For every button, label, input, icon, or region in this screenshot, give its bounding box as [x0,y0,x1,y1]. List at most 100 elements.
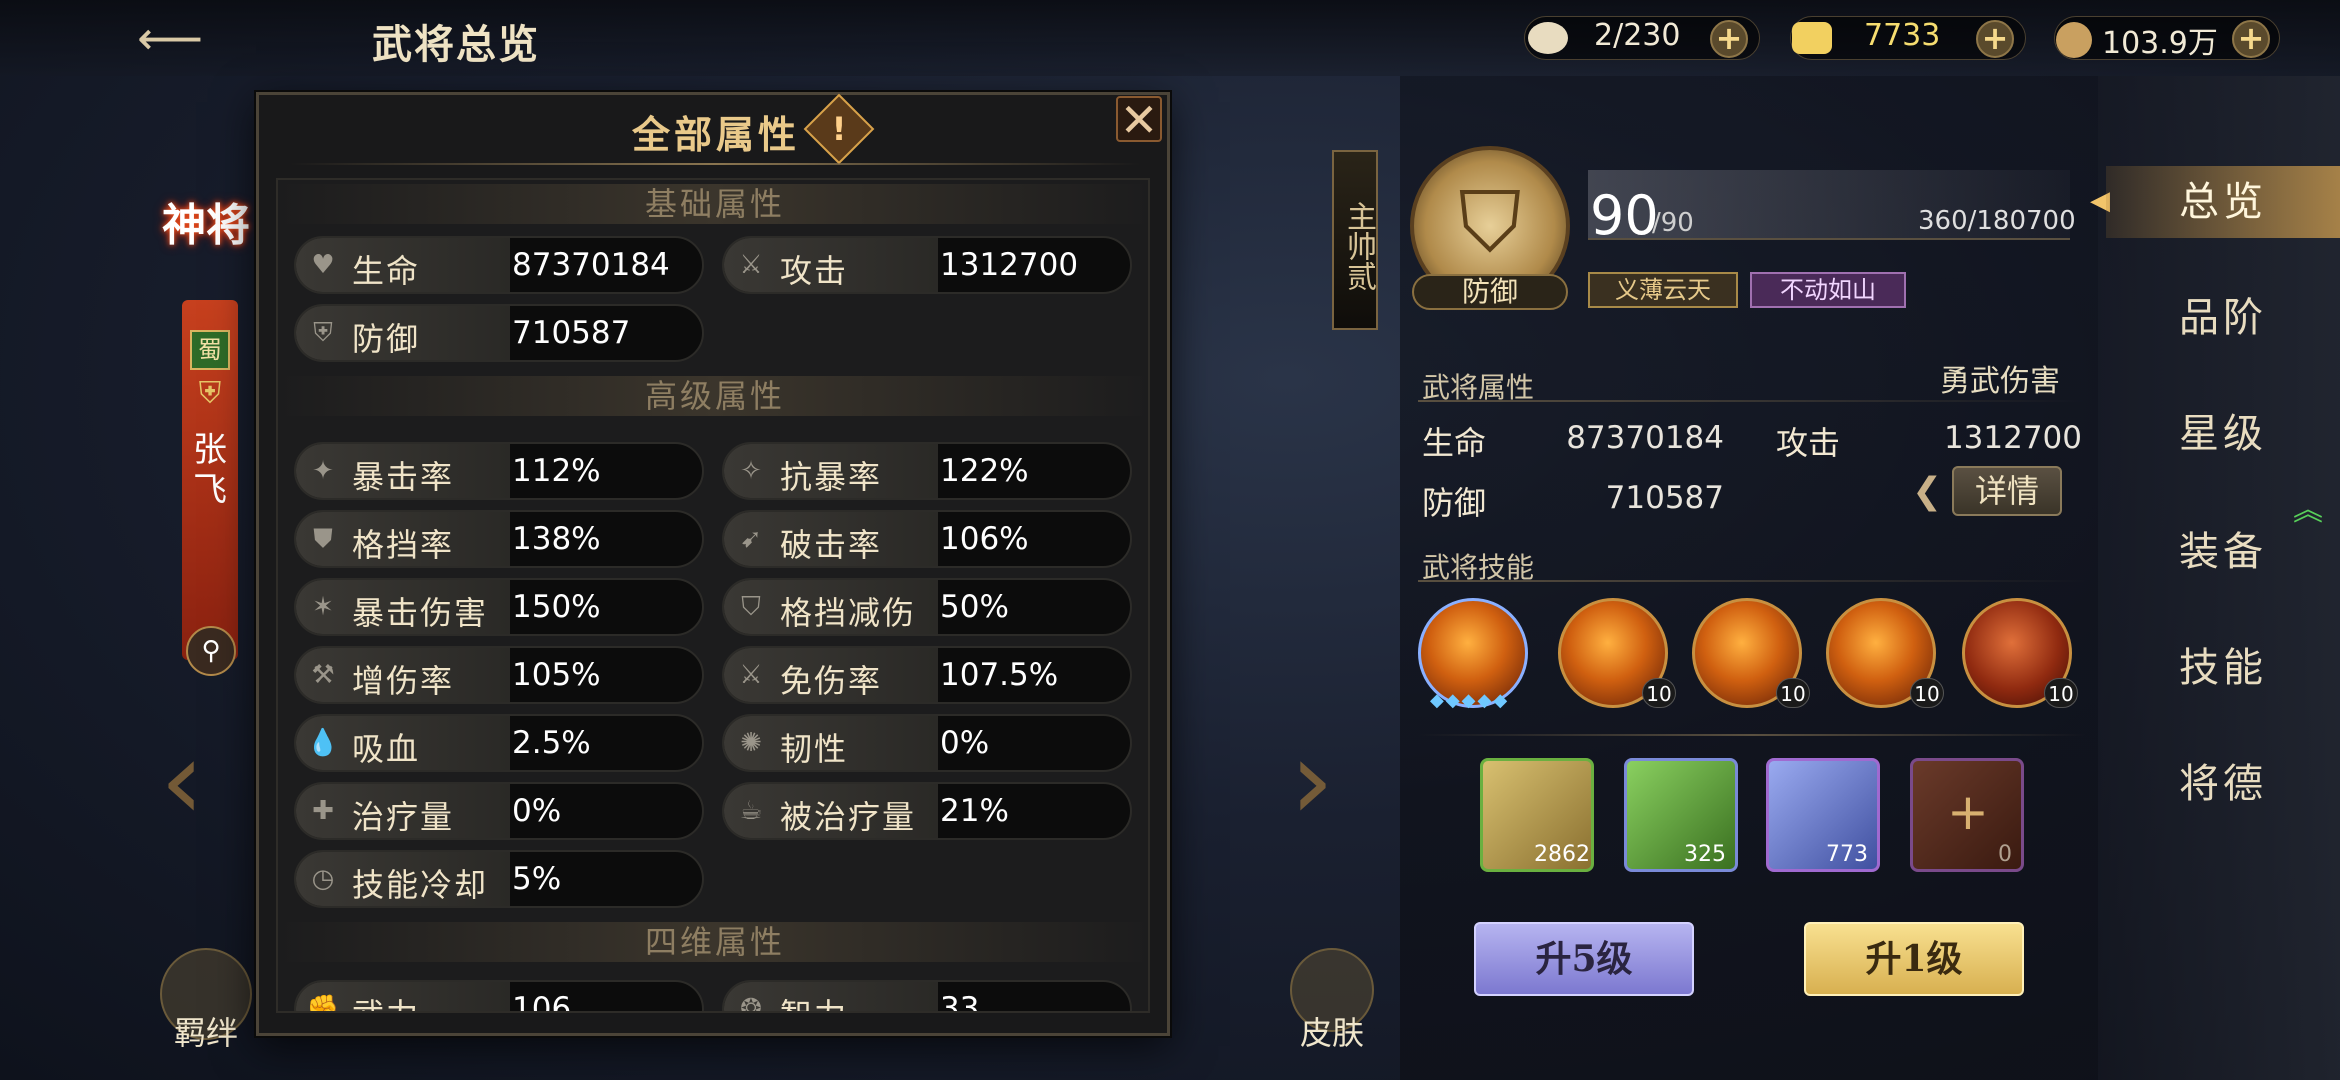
stamina-value: 2/230 [1594,18,1681,53]
lord-tag: 主帅贰 [1332,150,1378,330]
page-title: 武将总览 [372,21,540,68]
stat-force: ✊ 武力 106 [294,980,704,1013]
anti-crit-icon: ✧ [740,456,762,486]
tab-virtue[interactable]: 将德 [2106,748,2340,820]
atk-label: 攻击 [1776,424,1841,462]
crit-icon: ✦ [312,456,334,486]
skill-3-level: 10 [1776,678,1810,708]
atk-value: 1312700 [1943,420,2082,456]
stat-block-reduce: ⛉ 格挡减伤 50% [722,578,1132,636]
stat-healed: ☕ 被治疗量 21% [722,782,1132,840]
skill-5-level: 10 [2044,678,2078,708]
stat-crit-damage: ✶ 暴击伤害 150% [294,578,704,636]
stat-crit-rate: ✦ 暴击率 112% [294,442,704,500]
section-basic: 基础属性 [278,184,1148,224]
section-four-dim: 四维属性 [278,922,1148,962]
heart-icon: ♥ [311,250,335,280]
gold-value: 7733 [1864,18,1941,53]
add-gold-button[interactable]: + [1976,20,2014,58]
block-icon: ⛊ [313,524,333,554]
damage-type-label: 勇武伤害 [1940,364,2060,399]
upgrade-available-icon: ︽ [2293,493,2323,528]
modal-title: 全部属性 [632,112,801,157]
skin-label: 皮肤 [1299,1014,1364,1052]
skills-divider [1418,734,2086,736]
exp-book-green-count: 325 [1684,842,1726,867]
tab-rank[interactable]: 品阶 [2106,282,2340,354]
level-up-1-button[interactable]: 升1级 [1804,922,2024,996]
sword-icon: ⚔ [739,250,763,280]
stat-block-rate: ⛊ 格挡率 138% [294,510,704,568]
gold-ingot-icon [1792,22,1832,54]
stat-tenacity: ✺ 韧性 0% [722,714,1132,772]
exclamation-icon: ! [831,110,847,148]
stat-hp: ♥ 生命 87370184 [294,236,704,294]
attr-divider [1418,400,2086,402]
tab-star[interactable]: 星级 [2106,398,2340,470]
skill-2-level: 10 [1642,678,1676,708]
exp-book-blue-count: 773 [1826,842,1868,867]
exp-book-red-count: 0 [1998,842,2012,867]
role-label: 防御 [1412,274,1568,310]
damage-up-icon: ⚒ [311,660,335,690]
chevron-left-icon: ❮ [1912,471,1943,512]
add-stamina-button[interactable]: + [1710,20,1748,58]
skill-divider [1418,580,2086,582]
coin-value: 103.9万 [2102,26,2218,61]
bun-icon [1528,22,1568,54]
skill-gems: ◆◆◆◆◆ [1430,690,1510,711]
add-coin-button[interactable]: + [2232,20,2270,58]
close-icon: ✕ [1119,93,1159,147]
shield-icon: ⛨ [313,318,333,348]
stat-damage-up: ⚒ 增伤率 105% [294,646,704,704]
prev-hero-arrow[interactable]: ‹ [160,720,220,840]
def-value: 710587 [1605,480,1724,516]
level-up-5-button[interactable]: 升5级 [1474,922,1694,996]
back-arrow-icon: ⟵ [137,11,203,65]
shield-icon: ⛉ [1458,173,1522,271]
stat-attack: ⚔ 攻击 1312700 [722,236,1132,294]
pierce-icon: ➹ [740,524,762,554]
close-button[interactable]: ✕ [1116,96,1162,143]
attributes-list[interactable]: 基础属性 ♥ 生命 87370184 ⚔ 攻击 1312700 ⛨ 防御 710… [276,178,1150,1013]
back-button[interactable]: ⟵ [130,14,210,62]
search-icon: ⚲ [201,636,221,666]
hero-level-max: /90 [1652,208,1694,238]
hp-label: 生命 [1422,424,1487,462]
trait-badge-2[interactable]: 不动如山 [1750,272,1906,308]
divine-general-badge: 神将 [162,200,250,251]
damage-immune-icon: ⚔ [739,660,763,690]
heal-icon: ✚ [312,796,334,826]
stat-wisdom: ❂ 智力 33 [722,980,1132,1013]
skill-4-level: 10 [1910,678,1944,708]
trait-badge-1[interactable]: 义薄云天 [1588,272,1738,308]
magnifier-button[interactable]: ⚲ [186,626,236,676]
next-hero-arrow[interactable]: › [1290,720,1350,840]
block-reduce-icon: ⛉ [741,592,761,622]
stat-defense: ⛨ 防御 710587 [294,304,704,362]
stat-lifesteal: 💧 吸血 2.5% [294,714,704,772]
stat-cooldown: ◷ 技能冷却 5% [294,850,704,908]
stat-damage-immune: ⚔ 免伤率 107.5% [722,646,1132,704]
stat-pierce-rate: ➹ 破击率 106% [722,510,1132,568]
faction-badge: 蜀 [190,330,230,370]
tab-overview[interactable]: 总览 [2106,166,2340,238]
detail-button[interactable]: 详情 [1952,466,2062,516]
plus-icon: + [1947,783,1989,841]
stat-healing: ✚ 治疗量 0% [294,782,704,840]
exp-value: 360/180700 [1918,206,2076,236]
cooldown-icon: ◷ [311,864,335,894]
hero-name: 张飞 [193,430,227,510]
defense-role-icon: ⛨ [198,376,222,411]
coin-icon [2056,22,2092,58]
force-icon: ✊ [306,994,340,1013]
crit-damage-icon: ✶ [312,592,334,622]
wisdom-icon: ❂ [740,994,762,1013]
modal-title-divider [290,163,1140,165]
hp-value: 87370184 [1566,420,1724,456]
def-label: 防御 [1422,484,1487,522]
hero-level: 90 [1590,184,1659,247]
bond-label: 羁绊 [173,1014,238,1052]
drop-icon: 💧 [306,728,340,758]
tab-skills[interactable]: 技能 [2106,632,2340,704]
